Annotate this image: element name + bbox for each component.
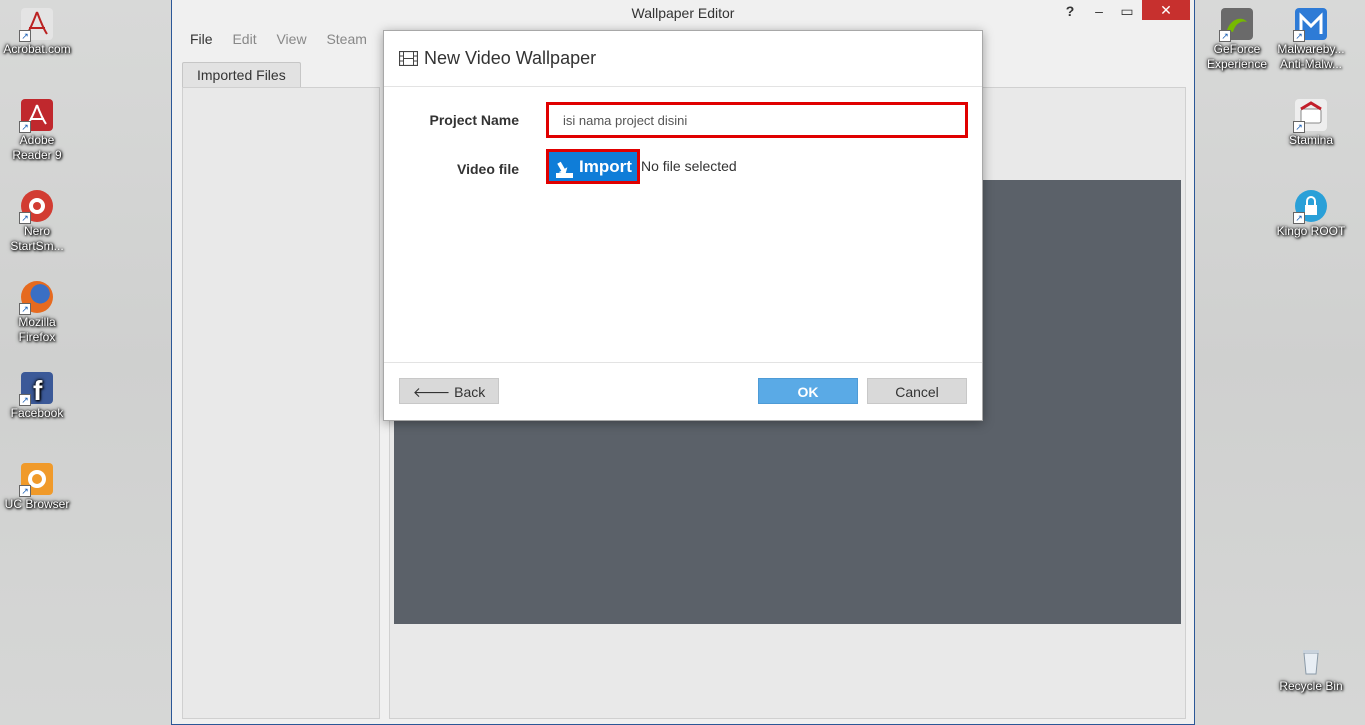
desktop-icon-facebook[interactable]: f ↗ Facebook (0, 372, 74, 421)
desktop-icon-label: UC Browser (4, 497, 70, 511)
desktop-icon-label: Stamina (1288, 133, 1334, 147)
uc-browser-icon: ↗ (19, 463, 53, 497)
desktop-icon-label: Mozilla Firefox (18, 315, 56, 344)
geforce-icon: ↗ (1219, 8, 1253, 42)
minimize-button[interactable]: – (1086, 0, 1112, 22)
desktop-icon-label: Facebook (10, 406, 64, 420)
desktop-icon-firefox[interactable]: ↗ Mozilla Firefox (0, 281, 74, 345)
import-icon (556, 158, 573, 187)
menu-bar: File Edit View Steam (190, 31, 383, 47)
malwarebytes-icon: ↗ (1293, 8, 1327, 42)
desktop-icon-label: Adobe Reader 9 (12, 133, 62, 162)
svg-text:f: f (33, 375, 43, 404)
project-name-input[interactable] (546, 102, 968, 138)
back-button[interactable]: 🡐 Back (399, 378, 499, 404)
menu-view[interactable]: View (276, 31, 306, 47)
desktop-icon-acrobat[interactable]: ↗ Acrobat.com (0, 8, 74, 57)
desktop-icon-adobe-reader[interactable]: ↗ Adobe Reader 9 (0, 99, 74, 163)
firefox-icon: ↗ (19, 281, 53, 315)
kingo-root-icon: ↗ (1293, 190, 1327, 224)
arrow-left-icon: 🡐 (412, 384, 451, 400)
new-video-wallpaper-dialog: New Video Wallpaper Project Name Video f… (383, 30, 983, 421)
video-file-label: Video file (457, 161, 519, 177)
recycle-bin-icon (1295, 645, 1327, 677)
import-button-label: Import (579, 157, 632, 176)
adobe-reader-icon: ↗ (19, 99, 53, 133)
project-name-label: Project Name (429, 112, 519, 128)
desktop-icon-label: GeForce Experience (1206, 42, 1268, 71)
dialog-title: New Video Wallpaper (424, 48, 597, 68)
cancel-button[interactable]: Cancel (867, 378, 967, 404)
desktop-icon-recycle-bin[interactable]: Recycle Bin (1274, 645, 1348, 694)
back-button-label: Back (454, 384, 486, 400)
tab-imported-files[interactable]: Imported Files (182, 62, 301, 88)
menu-steam[interactable]: Steam (326, 31, 366, 47)
desktop-icon-label: Acrobat.com (3, 42, 71, 56)
maximize-button[interactable]: ▭ (1114, 0, 1140, 22)
desktop-icon-label: Nero StartSm... (10, 224, 64, 253)
nero-icon: ↗ (19, 190, 53, 224)
stamina-icon: ↗ (1293, 99, 1327, 133)
desktop-icon-kingo-root[interactable]: ↗ Kingo ROOT (1274, 190, 1348, 239)
close-button[interactable]: ✕ (1142, 0, 1190, 20)
desktop-icon-malwarebytes[interactable]: ↗ Malwareby... Anti-Malw... (1274, 8, 1348, 72)
desktop-icon-label: Kingo ROOT (1276, 224, 1346, 238)
film-icon (398, 50, 419, 71)
desktop-icon-geforce[interactable]: ↗ GeForce Experience (1200, 8, 1274, 72)
menu-edit[interactable]: Edit (232, 31, 256, 47)
dialog-header: New Video Wallpaper (384, 31, 982, 87)
imported-files-panel (182, 87, 380, 719)
facebook-icon: f ↗ (19, 372, 53, 406)
desktop-icon-label: Recycle Bin (1279, 679, 1343, 693)
dialog-footer: 🡐 Back OK Cancel (384, 362, 982, 421)
desktop-icon-nero[interactable]: ↗ Nero StartSm... (0, 190, 74, 254)
acrobat-icon: ↗ (19, 8, 53, 42)
import-button[interactable]: Import (546, 149, 640, 184)
menu-file[interactable]: File (190, 31, 213, 47)
desktop-icon-label: Malwareby... Anti-Malw... (1277, 42, 1345, 71)
no-file-selected-text: No file selected (641, 158, 737, 174)
ok-button[interactable]: OK (758, 378, 858, 404)
window-title: Wallpaper Editor (631, 5, 735, 21)
desktop-icon-uc-browser[interactable]: ↗ UC Browser (0, 463, 74, 512)
help-button[interactable]: ? (1060, 0, 1080, 22)
title-bar[interactable]: Wallpaper Editor ? – ▭ ✕ (172, 0, 1194, 26)
desktop-icon-stamina[interactable]: ↗ Stamina (1274, 99, 1348, 148)
